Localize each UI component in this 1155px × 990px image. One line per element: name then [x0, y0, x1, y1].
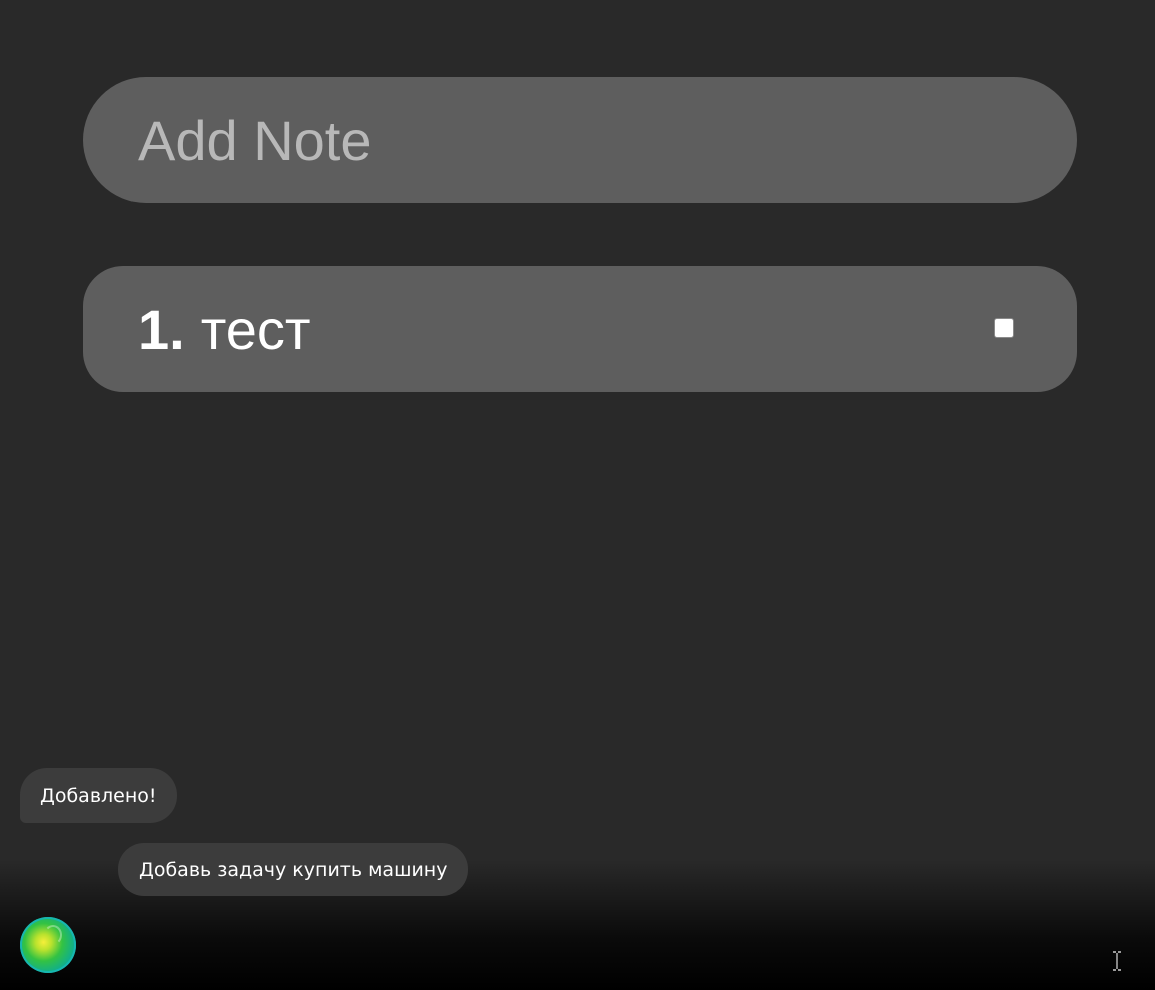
user-message-bubble: Добавь задачу купить машину: [118, 843, 469, 896]
note-item: 1. тест: [83, 266, 1077, 392]
note-text: тест: [200, 297, 311, 361]
text-cursor-icon: [1113, 951, 1121, 971]
note-number: 1.: [138, 297, 185, 361]
assistant-message-bubble: Добавлено!: [20, 768, 177, 823]
assistant-orb-icon[interactable]: [20, 917, 76, 973]
note-done-checkbox[interactable]: [994, 318, 1014, 338]
add-note-input[interactable]: [83, 77, 1077, 203]
